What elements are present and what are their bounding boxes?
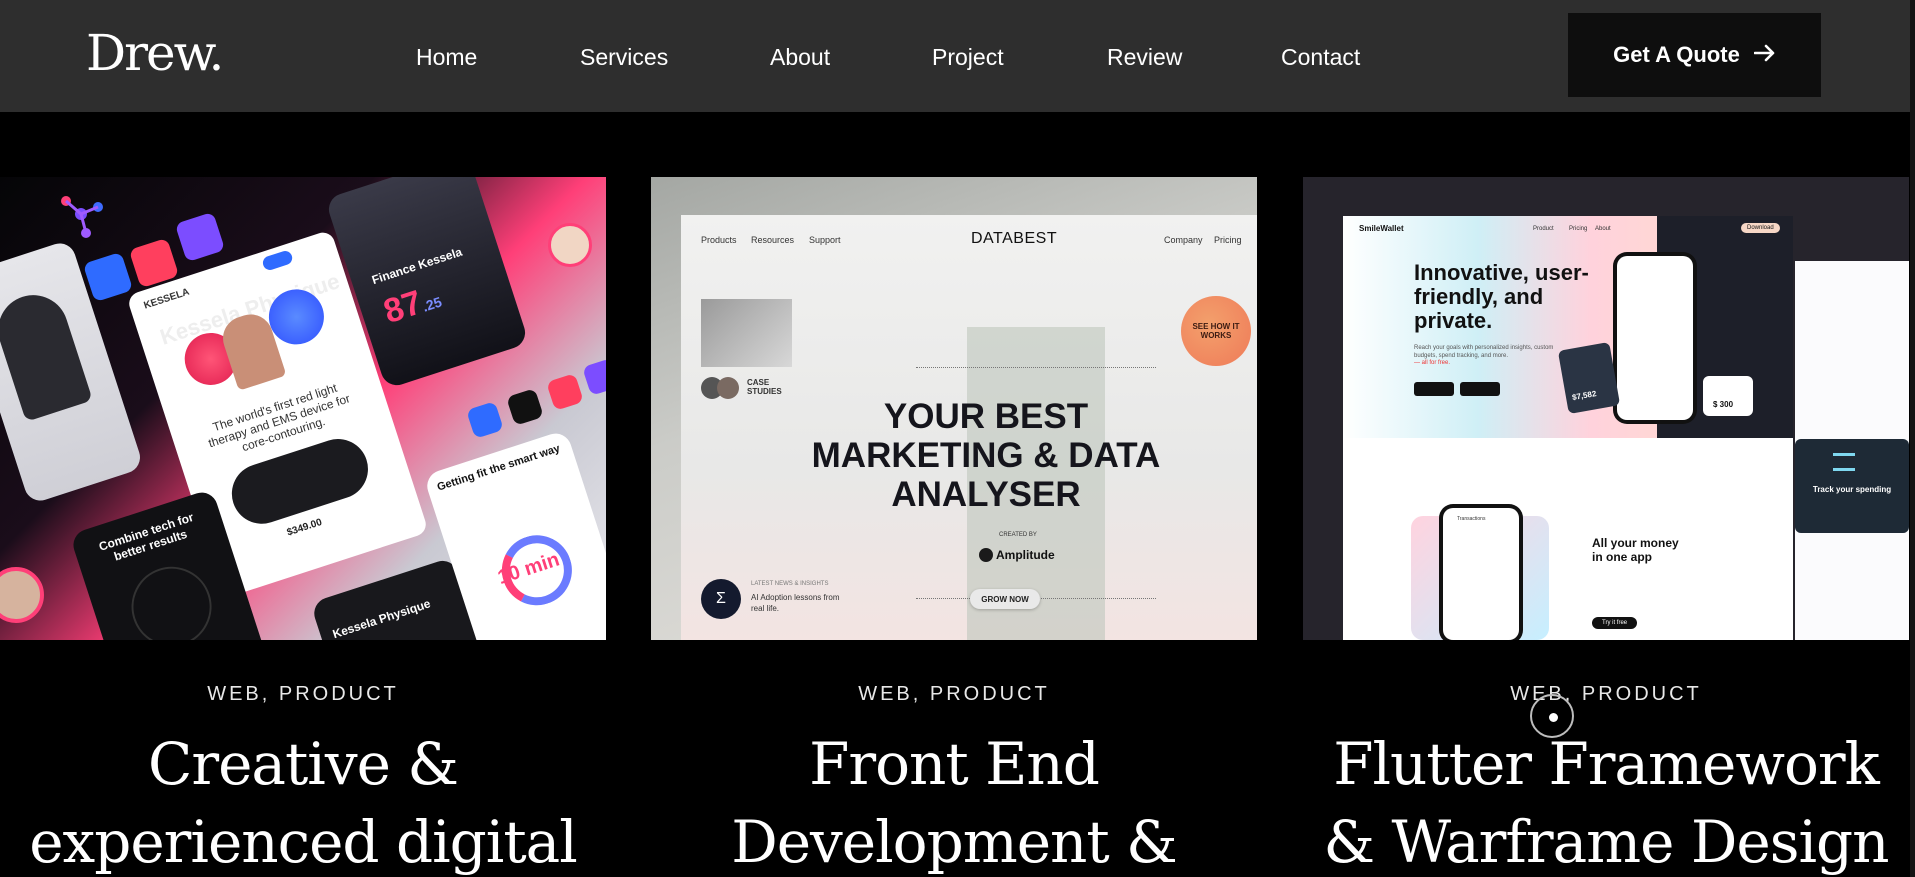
project-tag: WEB, PRODUCT [1510,683,1702,705]
project-thumbnail[interactable]: Track your spending SmileWallet Product … [1303,177,1909,640]
hero-image [701,299,792,367]
mock-nav-support: Support [809,235,841,245]
color-swatch [582,358,606,396]
download-button: Download [1741,223,1780,233]
project-title-line1: Creative & [147,730,459,798]
card-mockup: $7,582 [1557,341,1621,415]
app-store-badge [1414,382,1454,396]
mock-nav-product: Product [1533,226,1554,232]
mock-brand: DATABEST [971,230,1058,247]
buy-button [261,249,294,272]
case-studies-label: CASE STUDIES [747,378,782,396]
nav-services[interactable]: Services [580,44,668,71]
smart-way-text: Getting fit the smart way [435,442,562,494]
project-tag: WEB, PRODUCT [207,683,399,705]
project-card[interactable]: Track your spending SmileWallet Product … [1303,177,1909,876]
phone-mockup: Transactions [1439,504,1523,640]
project-title-line1: Flutter Framework [1333,730,1880,798]
project-title-line2: experienced digital [29,808,578,876]
mock-nav-pricing: Pricing [1569,226,1588,232]
ring [121,556,222,640]
project-thumbnail[interactable]: Products Resources Support DATABEST Comp… [651,177,1257,640]
project-tag: WEB, PRODUCT [858,683,1050,705]
project-title-line2: & Warframe Design [1323,808,1889,876]
mock-headline: Innovative, user-friendly, and private. [1414,260,1589,333]
grow-now-button: GROW NOW [970,589,1040,609]
track-label: Track your spending [1812,485,1892,494]
website-mockup-side: Track your spending [1795,261,1909,640]
mock-brand: SmileWallet [1359,224,1404,233]
nav-contact[interactable]: Contact [1281,44,1360,71]
amount-card: $ 300 [1703,376,1753,416]
molecule-icon [61,196,103,238]
project-title-line2: Development & [731,808,1178,876]
mock-nav-products: Products [701,235,737,245]
track-card: Track your spending [1795,439,1909,533]
avatar [548,223,592,267]
project-title[interactable]: Front End Development & [651,725,1257,877]
nav-review[interactable]: Review [1107,44,1182,71]
physique-text: Kessela Physique [330,596,433,640]
color-swatch [174,211,226,263]
partner-name: Amplitude [996,548,1055,562]
mock-nav-resources: Resources [751,235,795,245]
mock-free: — all for free. [1414,360,1451,366]
project-thumbnail[interactable]: KESSELA Kessela Physique The world's fir… [0,177,606,640]
transactions-label: Transactions [1457,516,1486,522]
project-title[interactable]: Creative & experienced digital [0,725,606,877]
color-swatch [506,388,544,426]
project-title[interactable]: Flutter Framework & Warframe Design [1303,725,1909,877]
logo[interactable]: Drew. [86,24,224,82]
list-icon [1833,453,1855,471]
nav-about[interactable]: About [770,44,830,71]
project-card[interactable]: KESSELA Kessela Physique The world's fir… [0,177,606,876]
nav-home[interactable]: Home [416,44,477,71]
model-photo [0,286,93,422]
brand-label: KESSELA [142,286,191,312]
mock-headline: YOUR BEST MARKETING & DATA ANALYSER [811,397,1161,514]
scrollbar-track[interactable] [1910,0,1915,877]
balance-value: $7,582 [1571,389,1598,403]
color-swatch [466,401,504,439]
arrow-right-icon [1753,42,1776,68]
product-price: $349.00 [285,516,324,539]
phone-mockup [1613,252,1697,424]
site-header: Drew. Home Services About Project Review… [0,0,1910,112]
try-free-button: Try it free [1592,617,1638,629]
website-mockup: SmileWallet Product Pricing About Downlo… [1343,216,1793,640]
project-title-line1: Front End [809,730,1100,798]
divider [916,367,1156,368]
color-swatch [546,373,584,411]
sigma-icon: Σ [701,579,741,619]
get-a-quote-label: Get A Quote [1613,42,1740,67]
color-swatch [82,251,134,303]
news-title: AI Adoption lessons from real life. [751,593,840,613]
amount-value: $ 300 [1713,400,1734,409]
custom-cursor [1530,694,1574,738]
mock-nav-company: Company [1164,235,1203,245]
price-whole: 87 [379,283,427,332]
project-card[interactable]: Products Resources Support DATABEST Comp… [651,177,1257,876]
avatar [0,567,44,623]
mock-nav-about: About [1595,226,1611,232]
nav-project[interactable]: Project [932,44,1004,71]
feature-heading: All your money in one app [1592,536,1679,564]
mock-nav-pricing: Pricing [1214,235,1242,245]
combine-text: Combine tech for better results [97,510,196,564]
finance-title: Finance Kessela [370,244,464,288]
avatar [717,377,739,399]
see-how-badge: SEE HOW IT WORKS [1181,296,1251,366]
created-by-label: CREATED BY [999,532,1037,538]
website-mockup: Products Resources Support DATABEST Comp… [681,215,1257,640]
news-label: LATEST NEWS & INSIGHTS [751,581,829,587]
price-value: 87.25 [379,277,446,332]
get-a-quote-button[interactable]: Get A Quote [1568,13,1821,97]
amplitude-icon [979,548,993,562]
google-play-badge [1460,382,1500,396]
mock-subline: Reach your goals with personalized insig… [1414,345,1554,359]
partner-logo: Amplitude [979,548,1055,562]
price-cents: .25 [420,293,444,315]
